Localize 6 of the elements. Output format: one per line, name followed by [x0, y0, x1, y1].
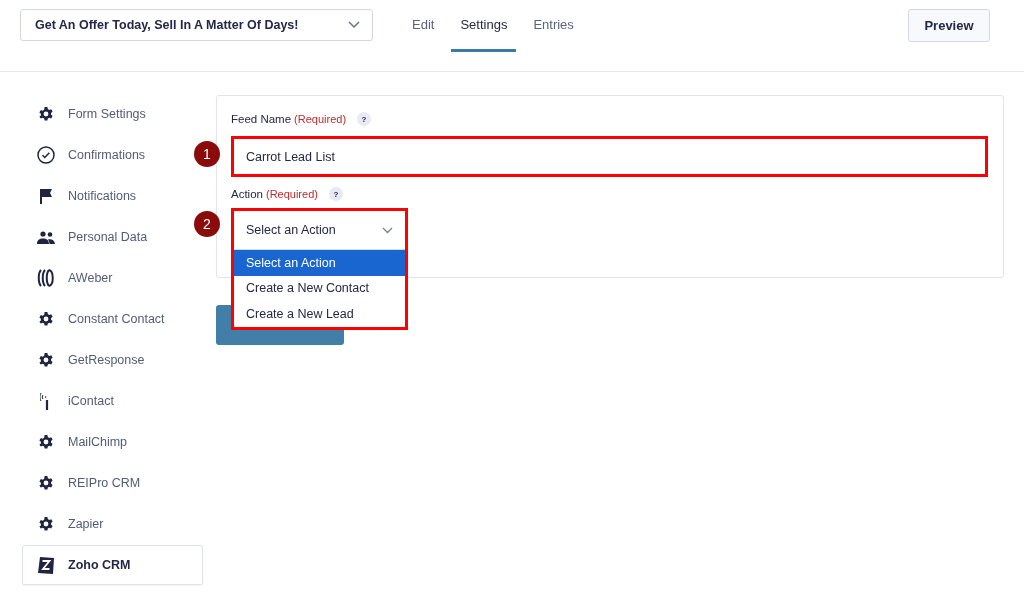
- field-label: Feed Name: [231, 113, 292, 125]
- required-text: (Required): [294, 113, 347, 125]
- required-text: (Required): [265, 188, 318, 200]
- step-marker: 1: [194, 141, 220, 167]
- field-label: Action: [231, 188, 263, 200]
- step-marker: 2: [194, 211, 220, 237]
